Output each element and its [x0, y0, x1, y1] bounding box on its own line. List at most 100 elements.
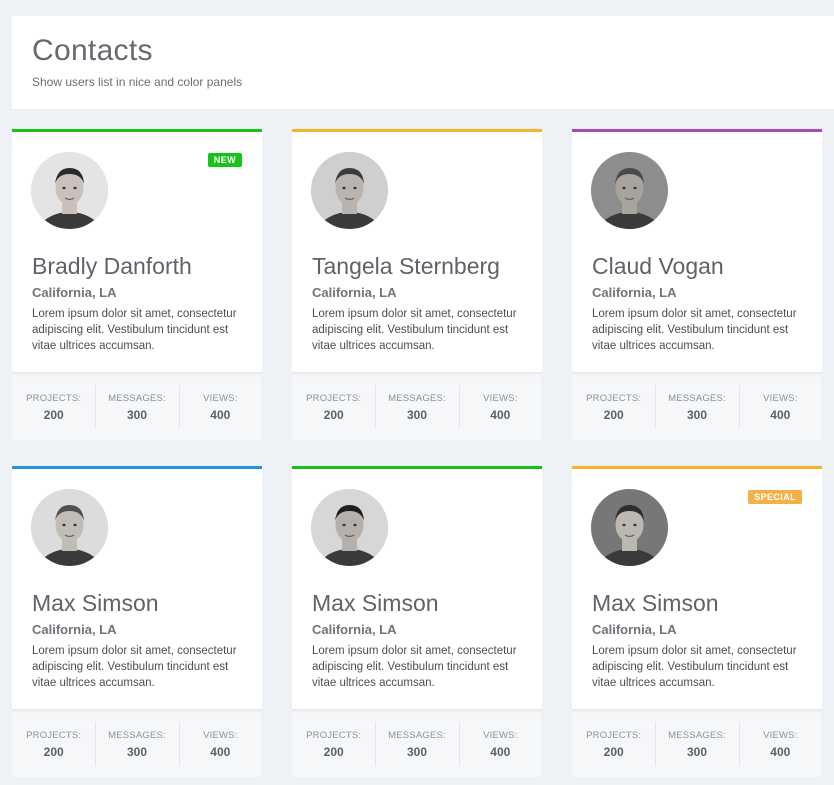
stat-label: VIEWS:: [483, 730, 518, 741]
stat-views: VIEWS: 400: [178, 710, 262, 777]
stat-value: 200: [603, 745, 624, 759]
contact-stats: PROJECTS: 200 MESSAGES: 300 VIEWS: 400: [292, 372, 542, 440]
user-photo-avatar-icon: [311, 489, 388, 566]
stat-projects: PROJECTS: 200: [292, 710, 375, 777]
contact-name[interactable]: Max Simson: [312, 590, 439, 617]
avatar[interactable]: [31, 152, 108, 229]
stat-label: PROJECTS:: [586, 730, 642, 741]
page-header: Contacts Show users list in nice and col…: [12, 16, 834, 110]
contact-stats: PROJECTS: 200 MESSAGES: 300 VIEWS: 400: [292, 709, 542, 777]
stat-projects: PROJECTS: 200: [572, 373, 655, 440]
avatar[interactable]: [311, 489, 388, 566]
stat-messages: MESSAGES: 300: [95, 373, 178, 440]
stat-label: MESSAGES:: [108, 393, 166, 404]
contact-stats: PROJECTS: 200 MESSAGES: 300 VIEWS: 400: [12, 372, 262, 440]
contact-name[interactable]: Bradly Danforth: [32, 253, 192, 280]
contact-description: Lorem ipsum dolor sit amet, consectetur …: [592, 308, 797, 352]
contact-name[interactable]: Tangela Sternberg: [312, 253, 500, 280]
stat-value: 300: [686, 408, 707, 422]
stat-projects: PROJECTS: 200: [572, 710, 655, 777]
contact-card[interactable]: Claud Vogan California, LA Lorem ipsum d…: [572, 129, 822, 440]
stat-views: VIEWS: 400: [738, 710, 822, 777]
stat-value: 300: [406, 408, 427, 422]
stat-label: PROJECTS:: [26, 730, 82, 741]
contact-name[interactable]: Max Simson: [592, 590, 719, 617]
stat-label: MESSAGES:: [668, 393, 726, 404]
avatar[interactable]: [31, 489, 108, 566]
contact-location: California, LA: [312, 285, 397, 300]
user-photo-avatar-icon: [31, 489, 108, 566]
stat-label: PROJECTS:: [586, 393, 642, 404]
stat-value: 200: [323, 408, 344, 422]
page-subtitle: Show users list in nice and color panels: [32, 75, 243, 89]
contact-location: California, LA: [592, 622, 677, 637]
stat-label: PROJECTS:: [306, 730, 362, 741]
stat-views: VIEWS: 400: [738, 373, 822, 440]
avatar[interactable]: [591, 152, 668, 229]
contact-card[interactable]: Max Simson California, LA Lorem ipsum do…: [292, 466, 542, 777]
contact-name[interactable]: Max Simson: [32, 590, 159, 617]
stat-label: MESSAGES:: [668, 730, 726, 741]
stat-label: VIEWS:: [763, 393, 798, 404]
avatar[interactable]: [591, 489, 668, 566]
contact-description: Lorem ipsum dolor sit amet, consectetur …: [32, 645, 237, 689]
stat-messages: MESSAGES: 300: [95, 710, 178, 777]
contact-stats: PROJECTS: 200 MESSAGES: 300 VIEWS: 400: [12, 709, 262, 777]
avatar[interactable]: [311, 152, 388, 229]
stat-messages: MESSAGES: 300: [375, 710, 458, 777]
stat-value: 400: [490, 745, 511, 759]
page-title: Contacts: [32, 34, 153, 67]
stat-value: 400: [210, 745, 231, 759]
stat-value: 400: [490, 408, 511, 422]
user-photo-avatar-icon: [591, 152, 668, 229]
stat-label: MESSAGES:: [108, 730, 166, 741]
contact-stats: PROJECTS: 200 MESSAGES: 300 VIEWS: 400: [572, 709, 822, 777]
stat-value: 400: [770, 408, 791, 422]
stat-projects: PROJECTS: 200: [292, 373, 375, 440]
stat-label: VIEWS:: [483, 393, 518, 404]
user-photo-avatar-icon: [31, 152, 108, 229]
stat-projects: PROJECTS: 200: [12, 710, 95, 777]
contact-card[interactable]: Tangela Sternberg California, LA Lorem i…: [292, 129, 542, 440]
contact-description: Lorem ipsum dolor sit amet, consectetur …: [592, 645, 797, 689]
stat-value: 400: [210, 408, 231, 422]
contact-card[interactable]: SPECIAL Max Simson California, LA Lorem …: [572, 466, 822, 777]
contact-description: Lorem ipsum dolor sit amet, consectetur …: [32, 308, 237, 352]
stat-value: 300: [406, 745, 427, 759]
stat-projects: PROJECTS: 200: [12, 373, 95, 440]
contact-card[interactable]: NEW Bradly Danforth California, LA Lorem…: [12, 129, 262, 440]
stat-value: 300: [686, 745, 707, 759]
stat-views: VIEWS: 400: [458, 373, 542, 440]
contact-location: California, LA: [592, 285, 677, 300]
status-badge: NEW: [207, 153, 242, 167]
stat-value: 200: [43, 745, 64, 759]
stat-messages: MESSAGES: 300: [655, 373, 738, 440]
stat-value: 300: [126, 408, 147, 422]
stat-messages: MESSAGES: 300: [375, 373, 458, 440]
status-badge: SPECIAL: [748, 490, 802, 504]
contact-stats: PROJECTS: 200 MESSAGES: 300 VIEWS: 400: [572, 372, 822, 440]
contact-description: Lorem ipsum dolor sit amet, consectetur …: [312, 308, 517, 352]
stat-label: MESSAGES:: [388, 730, 446, 741]
stat-views: VIEWS: 400: [458, 710, 542, 777]
stat-value: 400: [770, 745, 791, 759]
contact-location: California, LA: [32, 622, 117, 637]
stat-label: VIEWS:: [763, 730, 798, 741]
contact-description: Lorem ipsum dolor sit amet, consectetur …: [312, 645, 517, 689]
user-photo-avatar-icon: [591, 489, 668, 566]
stat-messages: MESSAGES: 300: [655, 710, 738, 777]
stat-value: 200: [43, 408, 64, 422]
stat-label: PROJECTS:: [26, 393, 82, 404]
stat-label: PROJECTS:: [306, 393, 362, 404]
contact-location: California, LA: [32, 285, 117, 300]
stat-value: 200: [323, 745, 344, 759]
contact-name[interactable]: Claud Vogan: [592, 253, 724, 280]
stat-label: VIEWS:: [203, 730, 238, 741]
stat-label: VIEWS:: [203, 393, 238, 404]
stat-label: MESSAGES:: [388, 393, 446, 404]
contact-location: California, LA: [312, 622, 397, 637]
stat-value: 200: [603, 408, 624, 422]
contact-card[interactable]: Max Simson California, LA Lorem ipsum do…: [12, 466, 262, 777]
stat-value: 300: [126, 745, 147, 759]
user-photo-avatar-icon: [311, 152, 388, 229]
